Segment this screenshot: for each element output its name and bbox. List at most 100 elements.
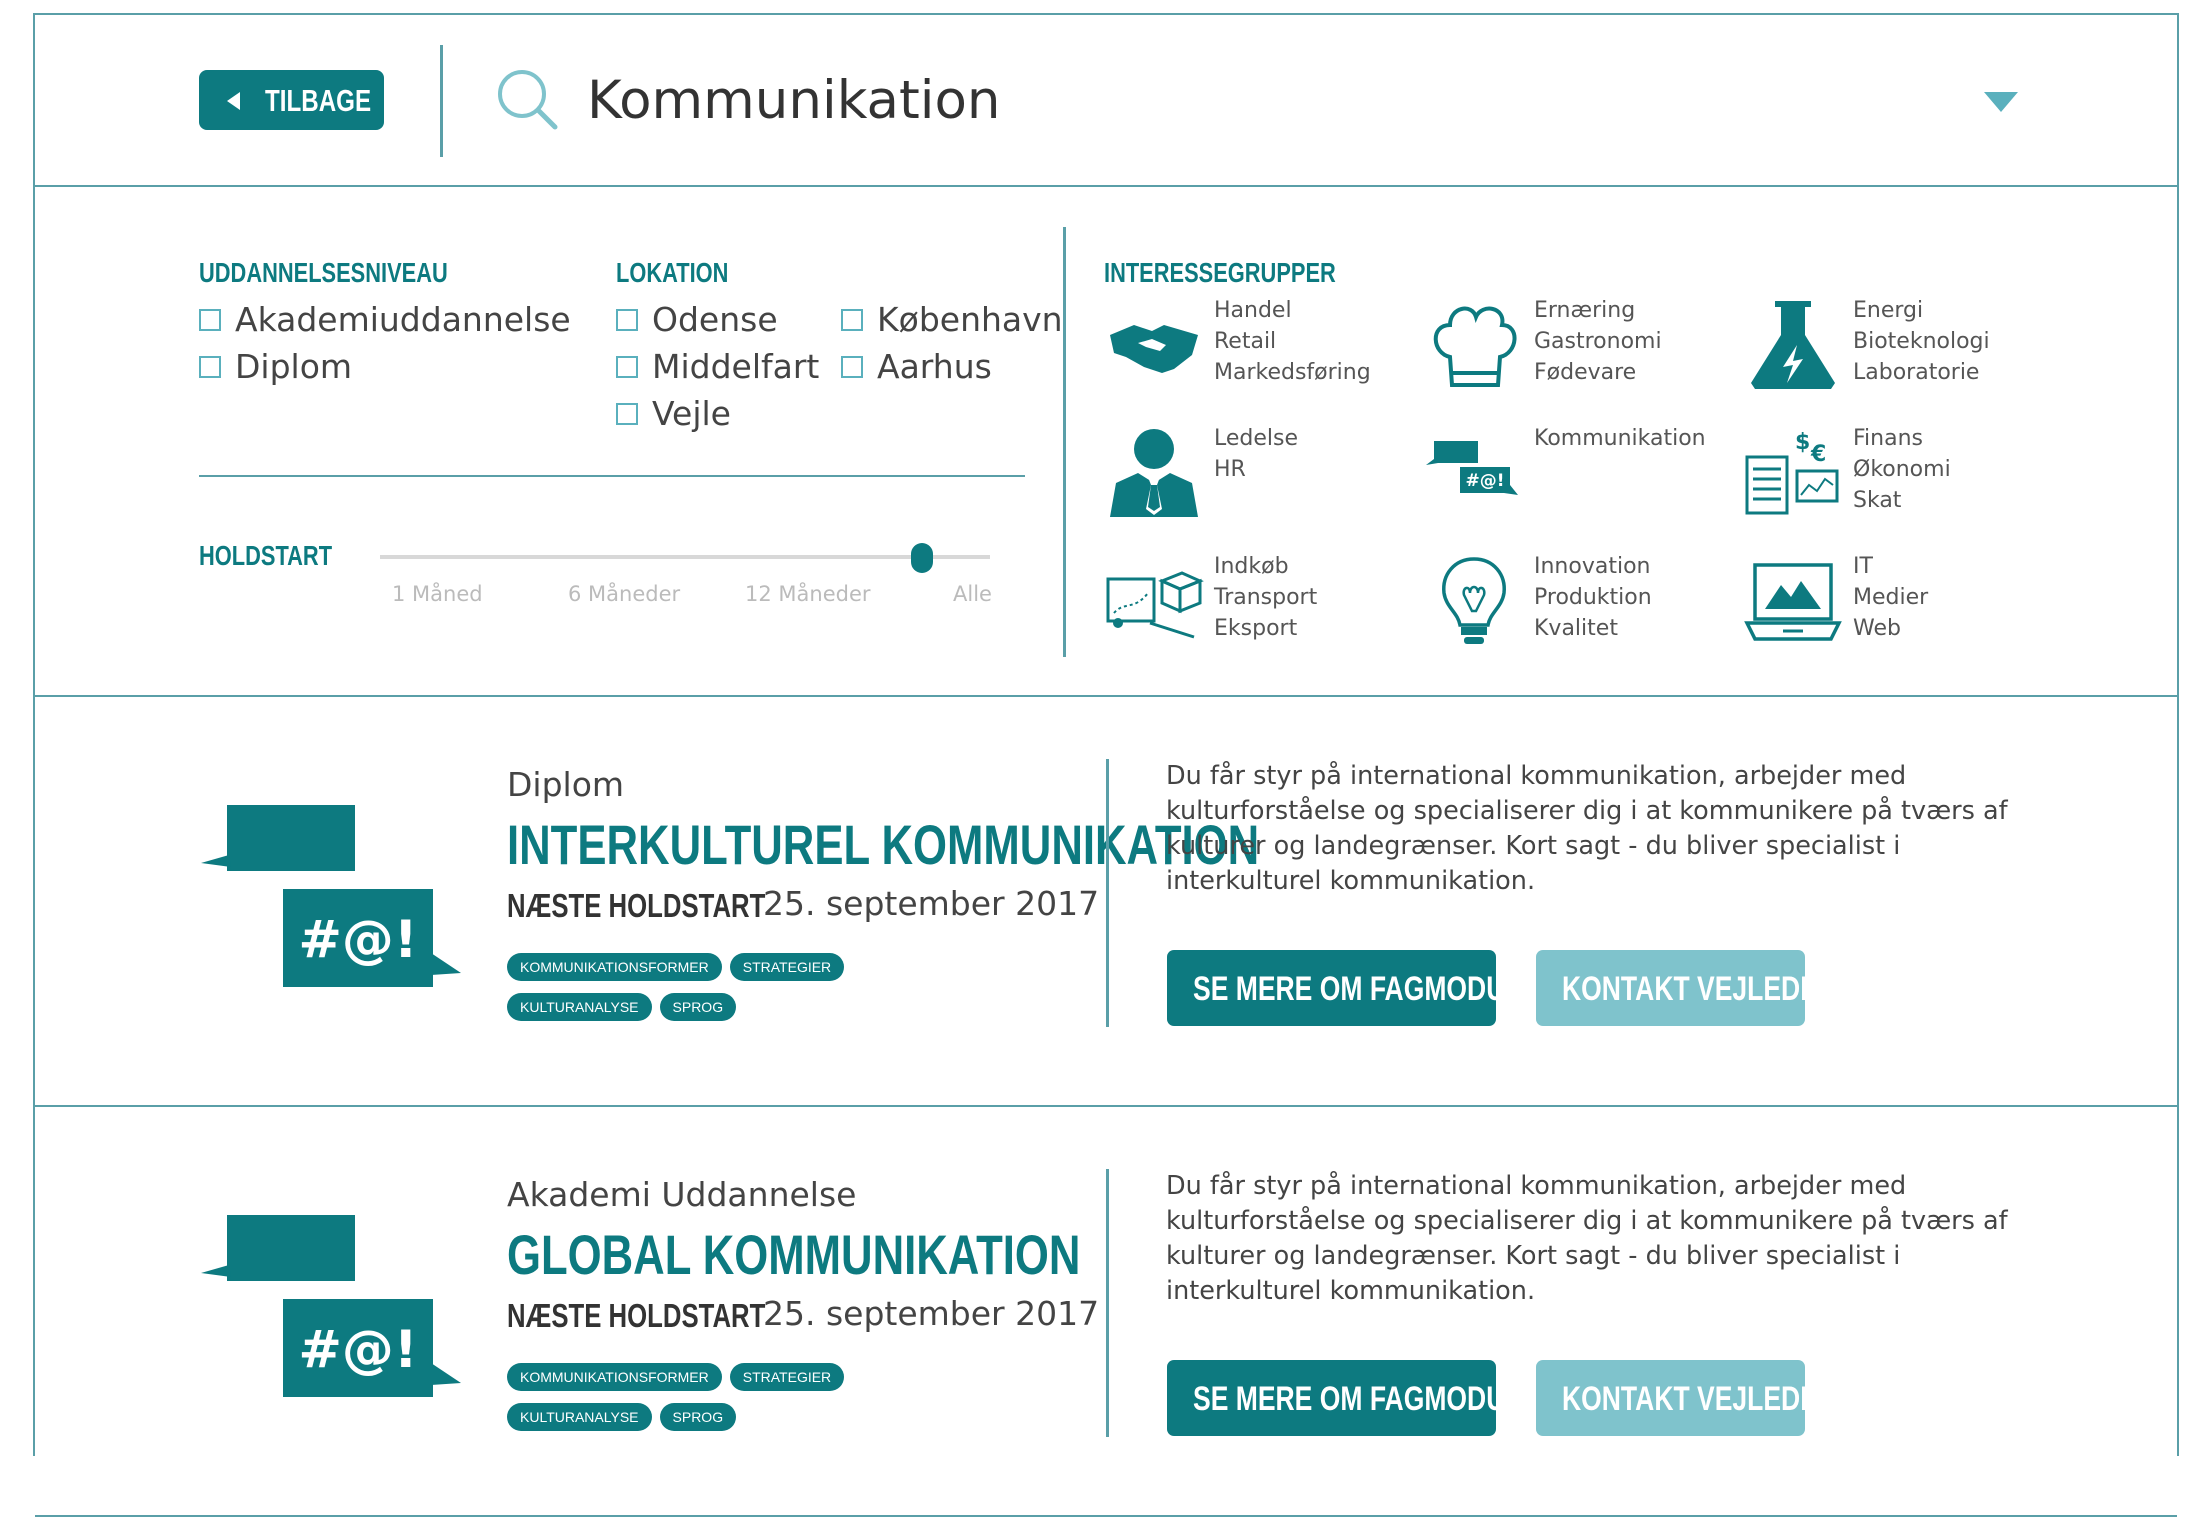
next-start-label: NÆSTE HOLDSTART bbox=[507, 887, 766, 924]
interest-group-labels: Handel Retail Markedsføring bbox=[1214, 295, 1371, 388]
checkbox[interactable] bbox=[199, 308, 221, 331]
education-option-label: Akademiuddannelse bbox=[235, 300, 571, 339]
education-filter-title: UDDANNELSESNIVEAU bbox=[199, 257, 448, 288]
logistics-icon bbox=[1106, 571, 1204, 639]
holdstart-slider-track[interactable] bbox=[380, 555, 990, 559]
result-card: #@! Akademi Uddannelse GLOBAL KOMMUNIKAT… bbox=[35, 1105, 2177, 1517]
chevron-down-icon[interactable] bbox=[1984, 92, 2018, 112]
search-header: TILBAGE bbox=[35, 15, 2177, 187]
speech-bubbles-icon: #@! bbox=[201, 805, 461, 987]
tag[interactable]: STRATEGIER bbox=[729, 953, 845, 981]
interest-group-line: Kommunikation bbox=[1534, 426, 1706, 451]
location-filter-title: LOKATION bbox=[616, 257, 729, 288]
interest-group-labels: Ernæring Gastronomi Fødevare bbox=[1534, 295, 1662, 388]
next-start-date: 25. september 2017 bbox=[763, 1294, 1100, 1333]
interest-group-line: Transport bbox=[1214, 585, 1318, 610]
location-option-label: Middelfart bbox=[652, 347, 820, 386]
checkbox[interactable] bbox=[616, 402, 638, 425]
result-tags: KOMMUNIKATIONSFORMER STRATEGIER KULTURANA… bbox=[507, 1363, 927, 1443]
contact-advisor-button-label: KONTAKT VEJLEDER bbox=[1562, 1380, 1838, 1418]
location-option[interactable]: Odense bbox=[616, 300, 778, 339]
interest-group-line: Fødevare bbox=[1534, 360, 1637, 385]
result-title[interactable]: INTERKULTUREL KOMMUNIKATION bbox=[507, 812, 1259, 877]
result-tags: KOMMUNIKATIONSFORMER STRATEGIER KULTURANA… bbox=[507, 953, 927, 1033]
checkbox[interactable] bbox=[616, 355, 638, 378]
filters-vertical-divider bbox=[1063, 227, 1066, 657]
holdstart-filter-title: HOLDSTART bbox=[199, 540, 333, 571]
search-icon bbox=[498, 70, 558, 130]
tag[interactable]: KULTURANALYSE bbox=[507, 1403, 652, 1431]
see-more-button[interactable]: SE MERE OM FAGMODULET bbox=[1167, 1360, 1555, 1436]
next-start-date: 25. september 2017 bbox=[763, 884, 1100, 923]
search-input[interactable] bbox=[587, 65, 1967, 135]
tag[interactable]: KOMMUNIKATIONSFORMER bbox=[507, 1363, 722, 1391]
result-card: #@! Diplom INTERKULTUREL KOMMUNIKATION N… bbox=[35, 695, 2177, 1107]
interest-group-line: IT bbox=[1853, 554, 1873, 579]
interests-filter-title: INTERESSEGRUPPER bbox=[1104, 257, 1336, 288]
location-option[interactable]: København bbox=[841, 300, 1063, 339]
interest-group-line: Eksport bbox=[1214, 616, 1298, 641]
location-option[interactable]: Middelfart bbox=[616, 347, 819, 386]
interest-group-labels: Innovation Produktion Kvalitet bbox=[1534, 551, 1652, 644]
svg-text:#@!: #@! bbox=[1466, 471, 1505, 491]
back-button-label: TILBAGE bbox=[265, 83, 372, 118]
svg-text:#@!: #@! bbox=[298, 1320, 417, 1380]
interest-group-line: Medier bbox=[1853, 585, 1929, 610]
checkbox[interactable] bbox=[841, 355, 863, 378]
tag[interactable]: KULTURANALYSE bbox=[507, 993, 652, 1021]
holdstart-tick-label: 1 Måned bbox=[392, 582, 483, 606]
tag[interactable]: SPROG bbox=[659, 993, 737, 1021]
location-option-label: Odense bbox=[652, 300, 778, 339]
result-divider bbox=[1106, 759, 1109, 1027]
interest-group-labels: Ledelse HR bbox=[1214, 423, 1298, 485]
interest-group-line: Retail bbox=[1214, 329, 1277, 354]
svg-text:$: $ bbox=[1795, 430, 1810, 455]
svg-text:€: € bbox=[1810, 442, 1826, 467]
back-arrow-icon bbox=[227, 92, 240, 110]
interest-group-labels: Indkøb Transport Eksport bbox=[1214, 551, 1317, 644]
interest-group-line: Laboratorie bbox=[1853, 360, 1980, 385]
contact-advisor-button[interactable]: KONTAKT VEJLEDER bbox=[1536, 950, 1837, 1026]
education-option[interactable]: Akademiuddannelse bbox=[199, 300, 571, 339]
interest-group-labels: Kommunikation bbox=[1534, 423, 1706, 454]
interest-group-line: Bioteknologi bbox=[1853, 329, 1990, 354]
location-option[interactable]: Vejle bbox=[616, 394, 731, 433]
interest-group-line: Web bbox=[1853, 616, 1901, 641]
interest-group-labels: IT Medier Web bbox=[1853, 551, 1928, 644]
result-level: Diplom bbox=[507, 765, 625, 804]
location-option-label: København bbox=[877, 300, 1063, 339]
interest-group-line: Ernæring bbox=[1534, 298, 1636, 323]
page-frame: TILBAGE UDDANNELSESNIVEAU Akademiuddanne… bbox=[33, 13, 2179, 1517]
result-level: Akademi Uddannelse bbox=[507, 1175, 857, 1214]
checkbox[interactable] bbox=[616, 308, 638, 331]
see-more-button[interactable]: SE MERE OM FAGMODULET bbox=[1167, 950, 1555, 1026]
result-title[interactable]: GLOBAL KOMMUNIKATION bbox=[507, 1222, 1080, 1287]
see-more-button-label: SE MERE OM FAGMODULET bbox=[1193, 1380, 1556, 1418]
result-description: Du får styr på international kommunikati… bbox=[1166, 1171, 2008, 1306]
interest-group-line: Markedsføring bbox=[1214, 360, 1371, 385]
interest-group-line: Innovation bbox=[1534, 554, 1651, 579]
interest-group-line: Handel bbox=[1214, 298, 1292, 323]
education-option[interactable]: Diplom bbox=[199, 347, 352, 386]
back-button[interactable]: TILBAGE bbox=[199, 70, 384, 130]
checkbox[interactable] bbox=[199, 355, 221, 378]
lightbulb-icon bbox=[1442, 557, 1506, 644]
location-option-label: Aarhus bbox=[877, 347, 992, 386]
tag[interactable]: STRATEGIER bbox=[729, 1363, 845, 1391]
speech-bubbles-icon: #@! bbox=[1426, 441, 1518, 495]
interest-group-line: Skat bbox=[1853, 488, 1902, 513]
interest-group-line: Produktion bbox=[1534, 585, 1652, 610]
handshake-icon bbox=[1110, 325, 1198, 373]
location-option[interactable]: Aarhus bbox=[841, 347, 992, 386]
next-start-label: NÆSTE HOLDSTART bbox=[507, 1297, 766, 1334]
tag[interactable]: SPROG bbox=[659, 1403, 737, 1431]
speech-bubbles-icon: #@! bbox=[201, 1215, 461, 1397]
interest-group-line: Kvalitet bbox=[1534, 616, 1618, 641]
contact-advisor-button-label: KONTAKT VEJLEDER bbox=[1562, 970, 1838, 1008]
tag[interactable]: KOMMUNIKATIONSFORMER bbox=[507, 953, 722, 981]
holdstart-slider-handle[interactable] bbox=[911, 543, 933, 573]
interest-group-line: Finans bbox=[1853, 426, 1923, 451]
location-option-label: Vejle bbox=[652, 394, 731, 433]
checkbox[interactable] bbox=[841, 308, 863, 331]
contact-advisor-button[interactable]: KONTAKT VEJLEDER bbox=[1536, 1360, 1837, 1436]
